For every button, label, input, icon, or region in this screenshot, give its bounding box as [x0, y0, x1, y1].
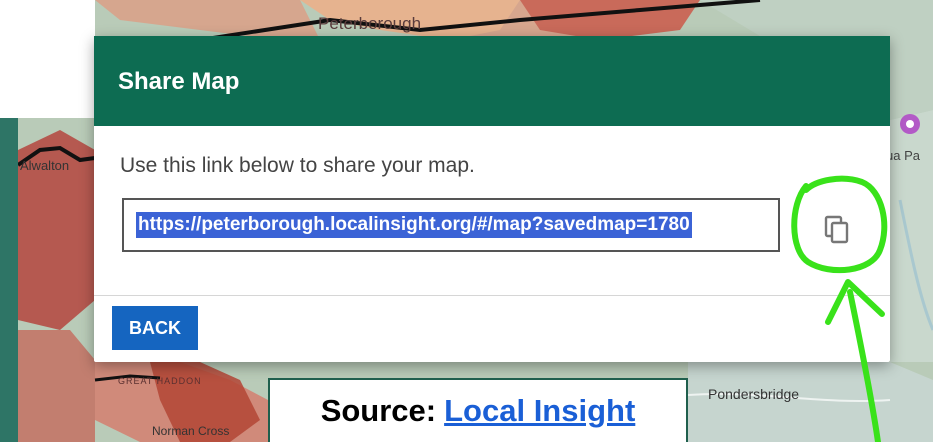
share-instruction: Use this link below to share your map.: [120, 154, 475, 177]
share-link-field[interactable]: https://peterborough.localinsight.org/#/…: [122, 198, 780, 252]
map-label-alwalton: Alwalton: [20, 158, 70, 173]
map-label-pondersbridge: Pondersbridge: [708, 386, 800, 402]
source-caption: Source: Local Insight: [268, 378, 688, 442]
dialog-header: Share Map: [94, 36, 890, 126]
copy-icon: [824, 215, 849, 244]
back-button[interactable]: BACK: [112, 306, 198, 350]
map-label-aqua-park: ua Pa: [886, 148, 920, 163]
share-link-text[interactable]: https://peterborough.localinsight.org/#/…: [136, 212, 692, 238]
map-label-norman-cross: Norman Cross: [152, 424, 230, 438]
dialog-title: Share Map: [118, 68, 240, 95]
dialog-body: Use this link below to share your map. h…: [94, 126, 890, 296]
source-prefix: Source:: [320, 393, 437, 428]
dialog-footer: BACK: [94, 296, 890, 362]
source-link[interactable]: Local Insight: [444, 393, 635, 429]
side-panel-green: [0, 118, 18, 442]
side-panel-top: [0, 0, 95, 118]
map-label-great-haddon: GREAT HADDON: [118, 376, 202, 386]
share-map-dialog: Share Map Use this link below to share y…: [94, 36, 890, 362]
copy-link-button[interactable]: [814, 206, 860, 254]
map-label-peterborough: Peterborough: [318, 14, 422, 33]
